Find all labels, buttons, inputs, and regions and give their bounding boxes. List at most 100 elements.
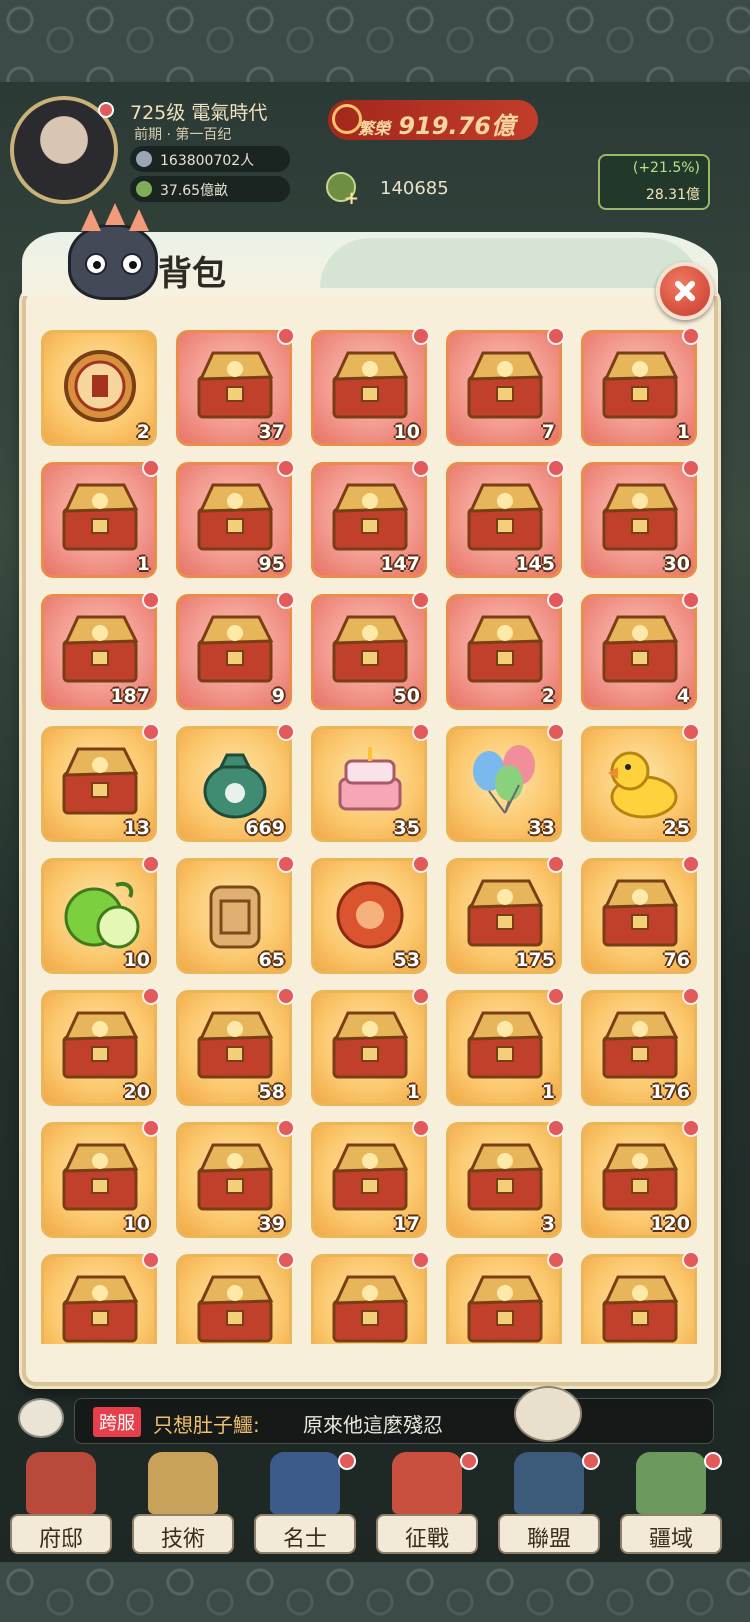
bag-item-slot[interactable]: 17 [311,1119,430,1238]
item-new-dot [277,1119,295,1137]
item-quantity: 58 [258,1081,285,1103]
chest-icon [58,1007,142,1085]
item-new-dot [412,459,430,477]
item-new-dot [547,591,565,609]
item-quantity: 176 [650,1081,690,1103]
bag-item-slot[interactable] [581,1251,700,1344]
bag-grid[interactable]: 2 37 10 7 1 1 95 147 145 30 187 9 50 2 4 13 669 35 33 25 10 6… [40,322,710,1344]
chest-icon [598,1271,682,1344]
plaque-icon [193,875,277,953]
bag-item-slot[interactable]: 7 [446,327,565,446]
item-new-dot [142,1251,160,1269]
item-quantity: 2 [136,421,150,443]
chat-ticker[interactable]: 跨服 只想肚子鱷: 原來他這麼殘忍 [74,1398,714,1444]
bag-item-slot[interactable]: 53 [311,855,430,974]
bag-item-slot[interactable]: 10 [41,855,160,974]
item-quantity: 3 [541,1213,555,1235]
item-quantity: 20 [123,1081,150,1103]
item-quantity: 10 [123,949,150,971]
bag-item-slot[interactable]: 50 [311,591,430,710]
bag-item-slot[interactable]: 25 [581,723,700,842]
item-new-dot [682,987,700,1005]
nav-mansion[interactable]: 府邸 [6,1452,116,1556]
nav-technology[interactable]: 技術 [128,1452,238,1556]
item-new-dot [277,591,295,609]
gold-add-icon[interactable]: + [344,188,359,209]
chat-message: 原來他這麼殘忍 [303,1413,443,1437]
technology-icon [148,1452,218,1514]
item-quantity: 175 [515,949,555,971]
bag-item-slot[interactable]: 3 [446,1119,565,1238]
coin-token-icon [58,347,142,425]
item-new-dot [277,723,295,741]
bag-item-slot[interactable]: 20 [41,987,160,1106]
growth-panel[interactable]: (+21.5%) 28.31億 [598,154,710,210]
era-value: 電氣時代 [191,102,268,124]
chest-icon [58,743,142,821]
close-button[interactable] [656,262,714,320]
item-quantity: 1 [541,1081,555,1103]
header-cloud-decoration [320,238,700,288]
bag-item-slot[interactable]: 65 [176,855,295,974]
bag-item-slot[interactable]: 58 [176,987,295,1106]
bag-item-slot[interactable]: 175 [446,855,565,974]
chest-icon [328,1007,412,1085]
bag-item-slot[interactable]: 147 [311,459,430,578]
bag-item-slot[interactable]: 2 [446,591,565,710]
item-quantity: 1 [406,1081,420,1103]
bag-item-slot[interactable]: 39 [176,1119,295,1238]
bag-item-slot[interactable]: 10 [311,327,430,446]
bag-item-slot[interactable]: 95 [176,459,295,578]
nav-scholar[interactable]: 名士 [250,1452,360,1556]
item-quantity: 33 [528,817,555,839]
bag-item-slot[interactable]: 120 [581,1119,700,1238]
bag-item-slot[interactable]: 37 [176,327,295,446]
bag-item-slot[interactable]: 4 [581,591,700,710]
bag-item-slot[interactable]: 1 [41,459,160,578]
item-quantity: 10 [393,421,420,443]
bag-item-slot[interactable]: 669 [176,723,295,842]
bag-item-slot[interactable] [446,1251,565,1344]
item-new-dot [412,987,430,1005]
item-quantity: 147 [380,553,420,575]
nav-battle-dot [460,1452,478,1470]
bag-item-slot[interactable]: 176 [581,987,700,1106]
mascot-horn-right [129,209,149,231]
bag-item-slot[interactable]: 76 [581,855,700,974]
nav-alliance-dot [582,1452,600,1470]
chest-icon [58,1271,142,1344]
item-quantity: 10 [123,1213,150,1235]
chest-icon [58,1139,142,1217]
item-quantity: 95 [258,553,285,575]
bag-item-slot[interactable]: 10 [41,1119,160,1238]
bag-item-slot[interactable]: 187 [41,591,160,710]
bag-item-slot[interactable]: 2 [41,330,157,446]
nav-battle[interactable]: 征戰 [372,1452,482,1556]
bag-item-slot[interactable]: 9 [176,591,295,710]
bag-item-slot[interactable]: 145 [446,459,565,578]
bag-item-slot[interactable]: 33 [446,723,565,842]
nav-territory[interactable]: 疆域 [616,1452,726,1556]
item-new-dot [547,987,565,1005]
bag-item-slot[interactable]: 1 [581,327,700,446]
item-new-dot [412,855,430,873]
shop-hut-icon[interactable] [514,1386,582,1442]
item-new-dot [277,459,295,477]
chat-bubble-icon[interactable] [18,1398,64,1438]
bag-item-slot[interactable] [176,1251,295,1344]
item-quantity: 76 [663,949,690,971]
item-quantity: 1 [676,421,690,443]
bag-item-slot[interactable] [41,1251,160,1344]
bag-item-slot[interactable]: 35 [311,723,430,842]
population-stat: 163800702人 [130,146,290,172]
nav-alliance[interactable]: 聯盟 [494,1452,604,1556]
bag-item-slot[interactable]: 1 [446,987,565,1106]
bag-item-slot[interactable]: 30 [581,459,700,578]
bag-item-slot[interactable] [311,1251,430,1344]
bag-item-slot[interactable]: 1 [311,987,430,1106]
prosperity-banner: 繁榮 919.76億 [328,100,538,140]
chest-icon [463,1007,547,1085]
nav-label-battle: 征戰 [376,1514,478,1554]
mascot-horn-middle [105,203,125,225]
bag-item-slot[interactable]: 13 [41,723,160,842]
